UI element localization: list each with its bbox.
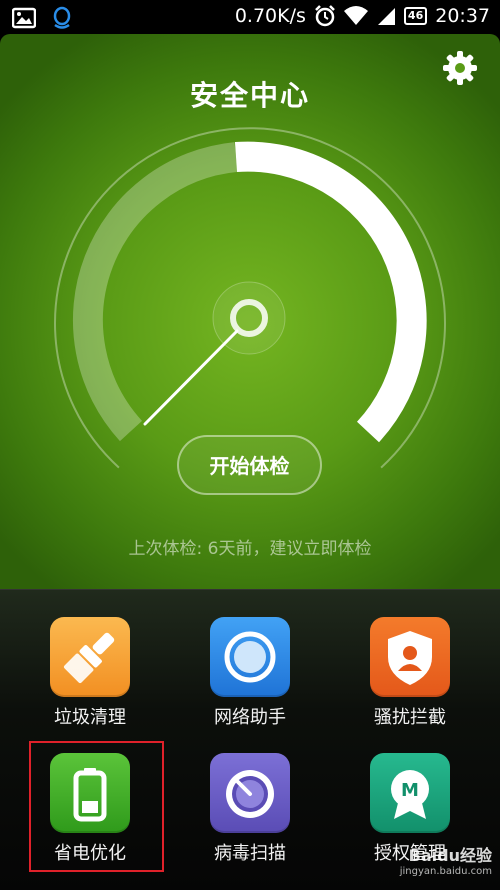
highlight-frame (29, 741, 164, 872)
gear-icon[interactable] (442, 50, 478, 86)
signal-icon (377, 8, 395, 25)
alarm-icon (315, 5, 335, 27)
qq-icon (53, 6, 71, 29)
image-icon (12, 7, 36, 29)
gauge-needle (143, 329, 239, 426)
start-checkup-button[interactable]: 开始体检 (177, 435, 322, 495)
security-gauge (54, 127, 446, 469)
tool-label: 病毒扫描 (214, 843, 286, 864)
tool-network-assistant[interactable]: 网络助手 (190, 617, 310, 729)
security-center-card: 安全中心 开始体检 上次体检: 6天前，建议立即体检 (0, 34, 500, 589)
tool-label: 骚扰拦截 (374, 707, 446, 728)
virus-scan-icon (210, 753, 290, 833)
clock: 20:37 (435, 5, 490, 27)
shield-user-icon (370, 617, 450, 697)
tool-harassment-block[interactable]: 骚扰拦截 (350, 617, 470, 729)
svg-text:M: M (401, 780, 419, 801)
tool-label: 网络助手 (214, 707, 286, 728)
tool-label: 垃圾清理 (54, 707, 126, 728)
battery-indicator: 46 (403, 7, 428, 25)
last-check-status: 上次体检: 6天前，建议立即体检 (128, 539, 372, 559)
watermark: Baidu经验 jingyan.baidu.com (400, 842, 492, 877)
tool-virus-scan[interactable]: 病毒扫描 (190, 753, 310, 865)
watermark-brand: Baidu经验 (408, 846, 492, 865)
tool-junk-cleanup[interactable]: 垃圾清理 (30, 617, 150, 729)
watermark-url: jingyan.baidu.com (399, 866, 492, 877)
broom-icon (50, 617, 130, 697)
network-icon (210, 617, 290, 697)
wifi-icon (343, 6, 368, 25)
page-title: 安全中心 (189, 79, 310, 112)
network-speed: 0.70K/s (234, 5, 306, 27)
status-bar: 0.70K/s 46 20:37 (0, 0, 500, 34)
permission-icon: M (370, 753, 450, 833)
